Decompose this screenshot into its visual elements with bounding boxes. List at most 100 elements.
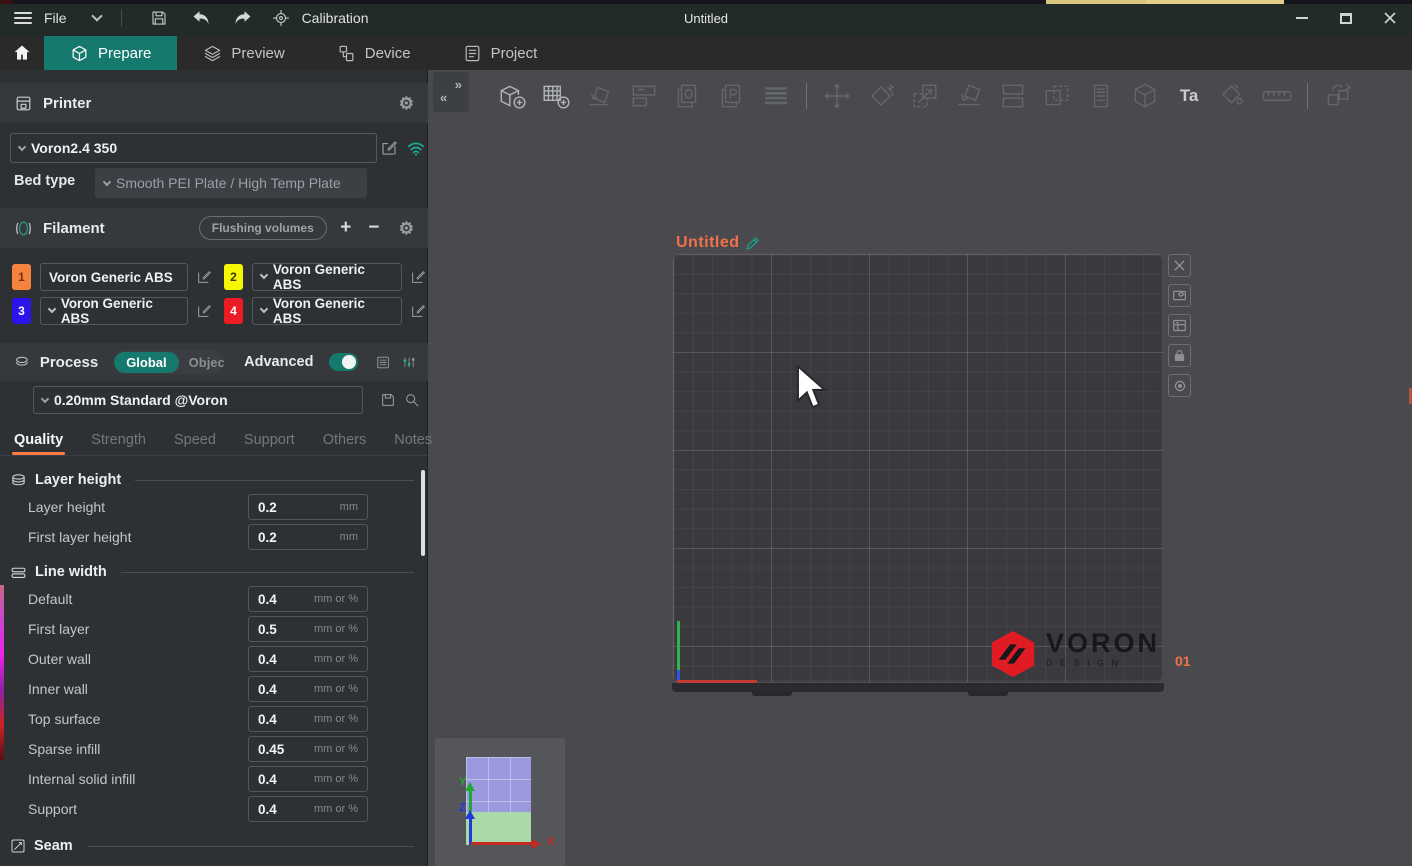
lock-plate-button[interactable] [1168,344,1191,367]
process-save-icon[interactable] [380,392,396,408]
minimize-button[interactable] [1280,0,1324,36]
split-to-parts-button[interactable] [1035,76,1079,116]
calibration-button[interactable] [268,5,294,31]
tab-quality[interactable]: Quality [0,424,77,455]
filament-4-dropdown[interactable]: Voron Generic ABS [252,297,402,325]
remove-filament-button[interactable]: − [365,217,383,239]
first-layer-line-width-input[interactable]: 0.5 mm or % [248,616,368,642]
maximize-button[interactable] [1324,0,1368,36]
undo-icon [192,10,210,26]
printer-settings-gear-icon[interactable]: ⚙ [399,95,428,112]
process-params-icon[interactable] [402,354,416,371]
calibration-label[interactable]: Calibration [302,10,369,26]
copy-button[interactable] [666,76,710,116]
arrange-button[interactable] [622,76,666,116]
file-menu-chevron-down-icon[interactable] [91,10,102,21]
undo-button[interactable] [184,5,218,31]
outer-wall-line-width-input[interactable]: 0.4 mm or % [248,646,368,672]
add-plate-button[interactable] [534,76,578,116]
layer-height-input[interactable]: 0.2 mm [248,494,368,520]
filament-3-swatch[interactable]: 3 [12,298,31,324]
scale-tool-button[interactable] [903,76,947,116]
filament-3-dropdown[interactable]: Voron Generic ABS [40,297,188,325]
arrange-plate-button[interactable] [1168,314,1191,337]
file-menu[interactable]: File [44,10,67,26]
split-to-objects-button[interactable] [991,76,1035,116]
layers-list-button[interactable] [754,76,798,116]
tab-strength[interactable]: Strength [77,424,160,455]
scope-global-button[interactable]: Global [114,352,178,373]
tab-support[interactable]: Support [230,424,309,455]
text-tool-button[interactable]: Ta [1167,76,1211,116]
support-line-width-input[interactable]: 0.4 mm or % [248,796,368,822]
tab-preview[interactable]: Preview [177,36,310,70]
add-filament-button[interactable]: + [337,217,355,239]
flushing-volumes-button[interactable]: Flushing volumes [199,216,327,240]
setting-row: Layer height 0.2 mm [0,492,428,522]
close-button[interactable] [1368,0,1412,36]
process-search-icon[interactable] [404,392,420,408]
tab-others[interactable]: Others [309,424,381,455]
scope-objects-button[interactable]: Objects [179,352,224,373]
plate-name-settings-button[interactable] [1168,374,1191,397]
assembly-preview-thumbnail[interactable]: Y Z X [435,738,565,866]
3d-viewport[interactable]: » « [428,70,1412,866]
hamburger-menu-icon[interactable] [14,12,32,24]
filament-2-edit-icon[interactable] [410,269,426,285]
sidebar-scrollbar-thumb[interactable] [421,470,425,556]
filament-2-dropdown[interactable]: Voron Generic ABS [252,263,402,291]
bed-type-label: Bed type [14,173,75,189]
plate-name-label[interactable]: Untitled [676,234,760,252]
filament-4-edit-icon[interactable] [410,303,426,319]
filament-1-swatch[interactable]: 1 [12,264,31,290]
add-object-button[interactable] [490,76,534,116]
rename-pencil-icon[interactable] [745,236,760,251]
save-button[interactable] [142,5,176,31]
tab-notes[interactable]: Notes [380,424,446,455]
filament-2-name: Voron Generic ABS [273,262,393,292]
redo-button[interactable] [226,5,260,31]
advanced-toggle[interactable] [329,353,357,371]
setting-label: Default [28,591,72,607]
auto-orient-button[interactable] [578,76,622,116]
process-list-icon[interactable] [376,354,390,371]
printer-edit-icon[interactable] [380,139,398,157]
first-layer-height-input[interactable]: 0.2 mm [248,524,368,550]
build-plate[interactable] [672,253,1164,683]
inner-wall-line-width-input[interactable]: 0.4 mm or % [248,676,368,702]
tab-speed[interactable]: Speed [160,424,230,455]
move-tool-button[interactable] [815,76,859,116]
filament-3-edit-icon[interactable] [196,303,212,319]
delete-plate-button[interactable] [1168,254,1191,277]
filament-1-dropdown[interactable]: Voron Generic ABS [40,263,188,291]
paste-button[interactable] [710,76,754,116]
paint-tool-button[interactable] [1211,76,1255,116]
mesh-boolean-button[interactable] [1123,76,1167,116]
filament-settings-gear-icon[interactable]: ⚙ [393,220,428,237]
printer-preset-dropdown[interactable]: Voron2.4 350 [10,133,377,163]
sparse-infill-line-width-input[interactable]: 0.45 mm or % [248,736,368,762]
setting-label: First layer height [28,529,131,545]
y-axis-arrow [468,790,473,812]
lay-flat-button[interactable] [947,76,991,116]
collapse-sidebar-button[interactable]: » « [433,72,469,112]
filament-4-swatch[interactable]: 4 [224,298,243,324]
filament-2-swatch[interactable]: 2 [224,264,243,290]
tab-prepare[interactable]: Prepare [44,36,177,70]
default-line-width-input[interactable]: 0.4 mm or % [248,586,368,612]
home-button[interactable] [0,36,44,70]
bed-type-dropdown[interactable]: Smooth PEI Plate / High Temp Plate [95,168,367,198]
variable-layer-height-button[interactable] [1079,76,1123,116]
tab-device[interactable]: Device [311,36,437,70]
filament-1-edit-icon[interactable] [196,269,212,285]
internal-solid-infill-line-width-input[interactable]: 0.4 mm or % [248,766,368,792]
measure-tool-button[interactable] [1255,76,1299,116]
rotate-tool-button[interactable] [859,76,903,116]
process-preset-dropdown[interactable]: 0.20mm Standard @Voron [33,386,363,414]
plate-settings-button[interactable] [1168,284,1191,307]
printer-wifi-icon[interactable] [406,140,426,156]
tab-project[interactable]: Project [437,36,564,70]
top-surface-line-width-input[interactable]: 0.4 mm or % [248,706,368,732]
assembly-view-button[interactable] [1316,76,1360,116]
process-section-header: Process Global Objects Advanced [0,343,428,381]
